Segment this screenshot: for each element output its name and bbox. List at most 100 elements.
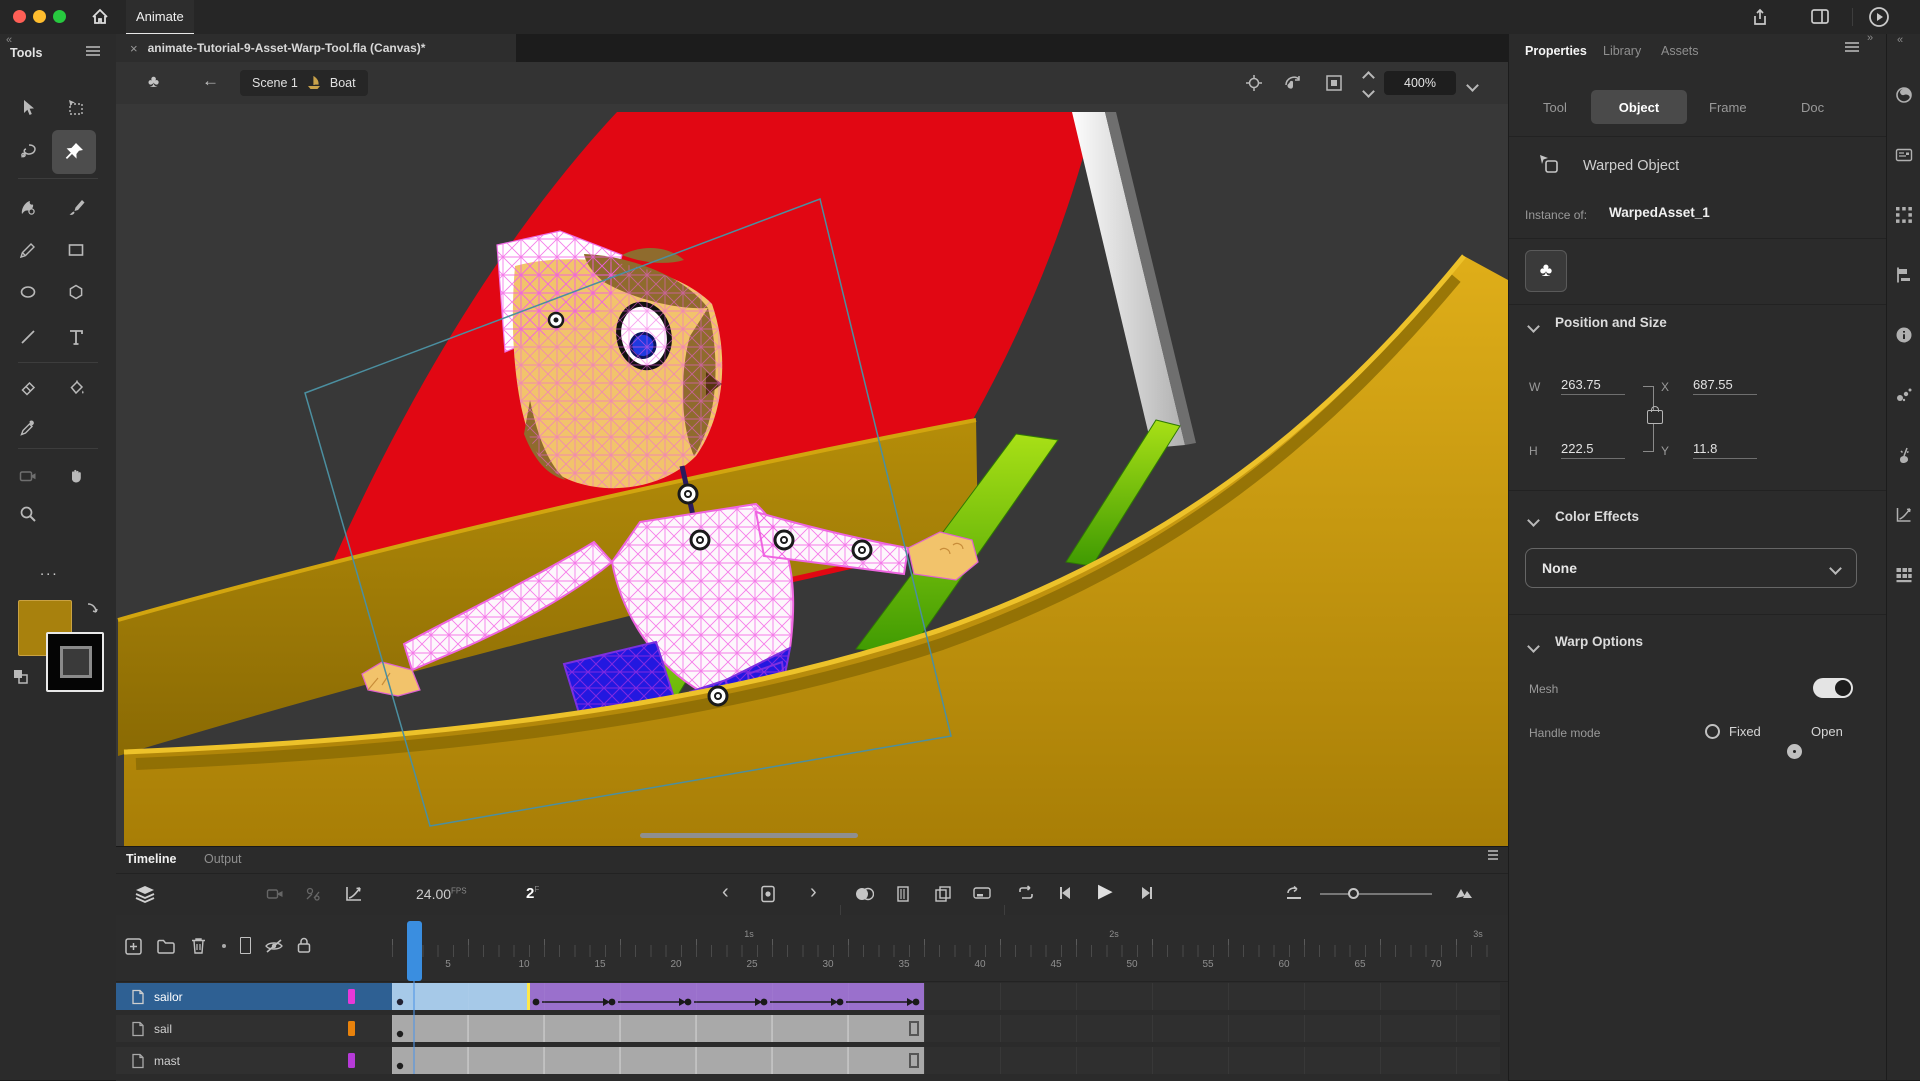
playhead[interactable] xyxy=(407,921,422,981)
instance-name[interactable]: WarpedAsset_1 xyxy=(1609,205,1710,220)
layer-row-mast[interactable]: mast xyxy=(116,1047,1508,1074)
color-panel-icon[interactable] xyxy=(1895,86,1913,104)
insert-keyframe-button[interactable] xyxy=(760,885,778,903)
swap-symbol-button[interactable]: ♣ xyxy=(1525,250,1567,292)
default-colors-icon[interactable] xyxy=(12,668,30,686)
swap-colors-icon[interactable] xyxy=(82,600,100,618)
expand-panel-icon[interactable]: » xyxy=(1867,32,1873,44)
breadcrumb-symbol[interactable]: Boat xyxy=(330,76,356,90)
frame-graph-icon[interactable] xyxy=(344,885,364,903)
step-forward-button[interactable] xyxy=(1138,884,1156,902)
align-panel-icon[interactable] xyxy=(1895,206,1913,224)
scene-panel-icon[interactable] xyxy=(1895,266,1913,284)
window-close-button[interactable] xyxy=(13,10,26,23)
timeline-panel-menu-icon[interactable] xyxy=(1488,854,1498,856)
height-field[interactable]: 222.5 xyxy=(1561,441,1625,459)
highlight-layers-dot[interactable] xyxy=(222,944,226,948)
window-zoom-button[interactable] xyxy=(53,10,66,23)
subtab-doc[interactable]: Doc xyxy=(1801,100,1824,115)
color-effects-collapse-icon[interactable] xyxy=(1529,512,1538,530)
current-frame-field[interactable]: 2F xyxy=(526,885,539,902)
layer-row-sailor[interactable]: sailor xyxy=(116,983,1508,1010)
zoom-level-field[interactable]: 400% xyxy=(1384,71,1456,95)
layer-track[interactable] xyxy=(392,1047,1500,1074)
properties-menu-icon[interactable] xyxy=(1845,46,1859,48)
timeline-zoom-knob[interactable] xyxy=(1348,888,1359,899)
workspace-icon[interactable] xyxy=(1810,8,1830,26)
window-minimize-button[interactable] xyxy=(33,10,46,23)
line-tool[interactable] xyxy=(10,319,46,355)
outline-view-icon[interactable] xyxy=(240,937,251,954)
timeline-zoom-slider[interactable] xyxy=(1320,893,1432,895)
next-keyframe-button[interactable]: › xyxy=(810,881,817,904)
app-tab-animate[interactable]: Animate xyxy=(126,0,194,35)
lasso-tool[interactable] xyxy=(10,134,46,170)
center-stage-icon[interactable] xyxy=(1244,73,1264,93)
tab-output[interactable]: Output xyxy=(204,852,242,866)
document-tab[interactable]: × animate-Tutorial-9-Asset-Warp-Tool.fla… xyxy=(116,34,516,62)
panel-menu-icon[interactable] xyxy=(86,50,100,52)
brush-library-panel-icon[interactable] xyxy=(1895,446,1913,464)
onion-skin-outline-icon[interactable] xyxy=(896,885,914,903)
hide-layers-icon[interactable] xyxy=(264,937,284,955)
test-movie-icon[interactable] xyxy=(1868,6,1890,28)
layer-name-cell[interactable]: sailor xyxy=(116,983,392,1010)
layer-track[interactable] xyxy=(392,983,1500,1010)
width-field[interactable]: 263.75 xyxy=(1561,377,1625,395)
asset-warp-tool[interactable] xyxy=(52,130,96,174)
collapse-dock-icon[interactable]: « xyxy=(1897,34,1903,46)
subtab-frame[interactable]: Frame xyxy=(1709,100,1747,115)
share-icon[interactable] xyxy=(1750,7,1770,27)
tab-assets[interactable]: Assets xyxy=(1661,44,1699,58)
layer-track[interactable] xyxy=(392,1015,1500,1042)
fluid-brush-tool[interactable] xyxy=(10,190,46,226)
zoom-tool[interactable] xyxy=(10,496,46,532)
play-button[interactable]: ▶ xyxy=(1098,880,1113,903)
layer-depth-icon[interactable] xyxy=(304,886,322,902)
frame-picker-panel-icon[interactable] xyxy=(1895,566,1913,584)
color-effect-dropdown[interactable]: None xyxy=(1525,548,1857,588)
layer-name-cell[interactable]: mast xyxy=(116,1047,392,1074)
text-tool[interactable] xyxy=(58,319,94,355)
y-field[interactable]: 11.8 xyxy=(1693,441,1757,459)
home-icon[interactable] xyxy=(90,7,110,27)
new-folder-icon[interactable] xyxy=(156,938,176,955)
selection-tool[interactable] xyxy=(10,90,46,126)
clip-content-icon[interactable] xyxy=(1324,73,1344,93)
stage-canvas[interactable] xyxy=(116,104,1508,846)
layers-icon[interactable] xyxy=(134,884,156,904)
layer-name-cell[interactable]: sail xyxy=(116,1015,392,1042)
history-panel-icon[interactable] xyxy=(1895,506,1913,524)
mesh-toggle[interactable] xyxy=(1813,678,1853,698)
new-layer-icon[interactable] xyxy=(124,937,143,956)
rectangle-tool[interactable] xyxy=(58,232,94,268)
delete-layer-icon[interactable] xyxy=(190,936,207,955)
zoom-dropdown-icon[interactable] xyxy=(1468,77,1477,95)
close-tab-icon[interactable]: × xyxy=(130,41,138,56)
fps-field[interactable]: 24.00FPS xyxy=(416,886,467,902)
lock-aspect-icon[interactable] xyxy=(1647,410,1663,424)
breadcrumb-scene[interactable]: Scene 1 xyxy=(252,76,298,90)
zoom-stepper[interactable] xyxy=(1364,71,1373,96)
hand-tool[interactable] xyxy=(58,458,94,494)
subtab-tool[interactable]: Tool xyxy=(1543,100,1567,115)
lock-layers-icon[interactable] xyxy=(296,936,312,954)
reset-timeline-zoom-icon[interactable] xyxy=(1284,885,1304,902)
info-panel-icon[interactable] xyxy=(1895,326,1913,344)
horizontal-scrollbar[interactable] xyxy=(640,833,858,838)
x-field[interactable]: 687.55 xyxy=(1693,377,1757,395)
loop-button[interactable] xyxy=(1016,884,1036,903)
collapse-panel-icon[interactable]: « xyxy=(6,34,12,46)
eraser-tool[interactable] xyxy=(10,370,46,406)
camera-toggle-icon[interactable] xyxy=(266,886,284,902)
free-transform-tool[interactable] xyxy=(58,90,94,126)
back-arrow-icon[interactable]: ← xyxy=(202,71,219,91)
handle-mode-fixed-radio[interactable] xyxy=(1705,724,1720,739)
paint-bucket-tool[interactable] xyxy=(58,370,94,406)
pencil-tool[interactable] xyxy=(10,232,46,268)
stroke-color-swatch[interactable] xyxy=(46,632,104,692)
position-size-collapse-icon[interactable] xyxy=(1529,318,1538,336)
rotate-view-icon[interactable] xyxy=(1282,72,1304,94)
cc-libraries-panel-icon[interactable] xyxy=(1895,146,1913,164)
oval-tool[interactable] xyxy=(10,274,46,310)
